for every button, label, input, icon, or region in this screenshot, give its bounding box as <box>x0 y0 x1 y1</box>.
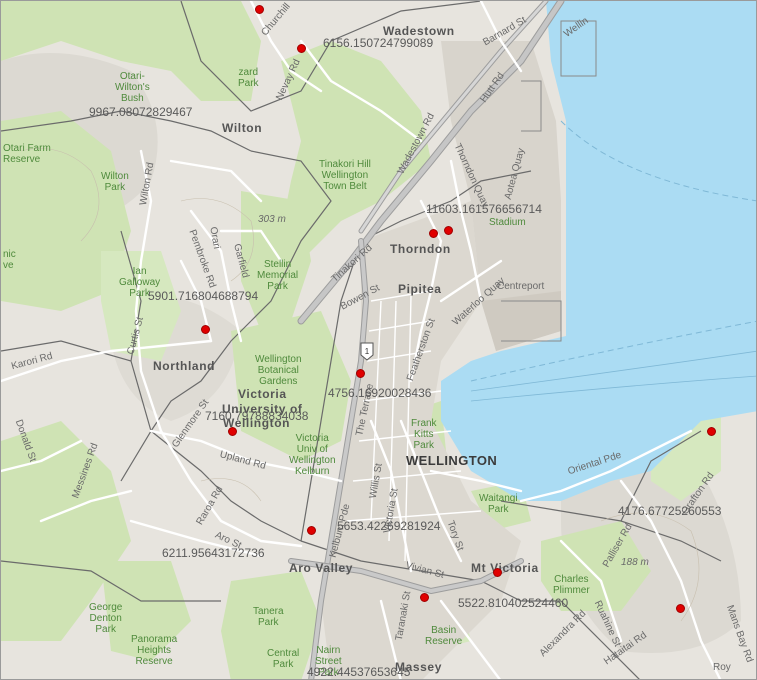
value-label: 5653.42269281924 <box>337 519 441 533</box>
park-george-denton: George Denton Park <box>89 602 123 635</box>
motorway-shield-label: 1 <box>365 347 370 356</box>
value-label: 11603.161576656714 <box>426 202 542 216</box>
suburb-wilton: Wilton <box>222 121 263 135</box>
point-marker[interactable] <box>428 228 438 238</box>
point-marker[interactable] <box>355 368 365 378</box>
park-charles-plimmer: Charles Plimmer <box>553 574 590 596</box>
value-label: 5901.716804688794 <box>148 289 259 303</box>
park-wilton: Wilton Park <box>101 171 129 193</box>
park-frank-kitts: Frank Kitts Park <box>411 418 437 451</box>
park-otari: Otari- Wilton's Bush <box>115 71 150 104</box>
value-label: 6156.150724799089 <box>323 36 434 50</box>
point-marker[interactable] <box>443 225 453 235</box>
value-label: 4176.67725260553 <box>618 504 722 518</box>
city-wellington: WELLINGTON <box>406 453 498 468</box>
elevation-188: 188 m <box>621 557 649 568</box>
park-partial-left: nic ve <box>3 249 16 271</box>
park-victoria-univ: Victoria Univ of Wellington Kelburn <box>289 433 336 477</box>
point-marker[interactable] <box>492 567 502 577</box>
park-central: Central Park <box>267 648 300 670</box>
park-otari-farm: Otari Farm Reserve <box>3 143 51 165</box>
point-marker[interactable] <box>306 525 316 535</box>
park-basin-reserve: Basin Reserve <box>425 625 463 647</box>
elevation-303: 303 m <box>258 214 286 225</box>
point-marker[interactable] <box>200 324 210 334</box>
suburb-aro-valley: Aro Valley <box>289 561 354 575</box>
suburb-mt-victoria: Mt Victoria <box>471 561 539 575</box>
label-stadium: Stadium <box>489 217 526 228</box>
point-marker[interactable] <box>296 43 306 53</box>
value-label: 4756.16920028436 <box>328 386 432 400</box>
point-marker[interactable] <box>254 4 264 14</box>
point-marker[interactable] <box>706 426 716 436</box>
suburb-northland: Northland <box>153 359 216 373</box>
road-roy: Roy <box>713 662 731 673</box>
park-partial-lazard: zard Park <box>238 67 259 89</box>
value-label: 5522.810402524460 <box>458 596 569 610</box>
park-tanera: Tanera Park <box>253 606 284 628</box>
value-label: 7160.79788834038 <box>205 409 309 423</box>
park-panorama-heights: Panorama Heights Reserve <box>131 634 178 667</box>
park-tinakori-hill: Tinakori Hill Wellington Town Belt <box>319 159 371 192</box>
park-waitangi: Waitangi Park <box>479 493 518 515</box>
suburb-victoria: Victoria <box>238 387 287 401</box>
point-marker[interactable] <box>675 603 685 613</box>
suburb-thorndon: Thorndon <box>390 242 451 256</box>
point-marker[interactable] <box>227 426 237 436</box>
suburb-pipitea: Pipitea <box>398 282 442 296</box>
park-botanical-gardens: Wellington Botanical Gardens <box>255 354 302 387</box>
value-label: 9967.08072829467 <box>89 105 193 119</box>
park-stellin-memorial: Stellin Memorial Park <box>257 259 299 292</box>
value-label: 4922.44537653645 <box>307 665 411 679</box>
value-label: 6211.95643172736 <box>162 546 265 560</box>
map-view[interactable]: 1 Wadestown Wilton Thorndon Pipitea Nort… <box>0 0 757 680</box>
point-marker[interactable] <box>419 592 429 602</box>
